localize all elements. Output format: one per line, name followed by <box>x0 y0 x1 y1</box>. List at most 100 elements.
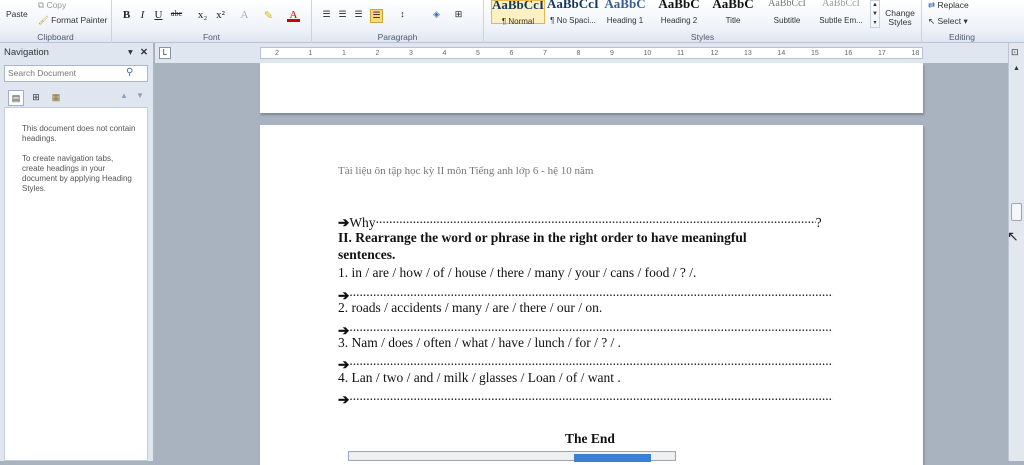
subscript-button[interactable]: x₂ <box>196 9 209 23</box>
style-heading-2[interactable]: AaBbC Heading 2 <box>652 0 706 25</box>
pane-menu-icon[interactable]: ▾ <box>128 43 133 63</box>
view-ruler-icon[interactable]: ⊡ <box>1011 47 1019 58</box>
tab-selector-icon[interactable]: L <box>159 47 171 59</box>
style-name: Heading 1 <box>606 16 644 25</box>
ruler-number: 8 <box>576 50 581 57</box>
style-normal[interactable]: AaBbCcI ¶ Normal <box>491 0 545 26</box>
the-end-text: The End <box>565 431 615 446</box>
style-name: Subtitle <box>773 16 801 25</box>
bold-button[interactable]: B <box>120 9 133 23</box>
line-end: ? <box>815 215 822 230</box>
ruler-number: 6 <box>509 50 514 57</box>
align-left-icon[interactable]: ☰ <box>320 9 333 23</box>
select-button[interactable]: ↖ Select ▾ <box>928 16 968 27</box>
highlight-icon[interactable]: ✎ <box>262 9 275 23</box>
scroll-thumb[interactable] <box>1011 203 1022 221</box>
exercise-line[interactable]: 2. roads / accidents / many / are / ther… <box>338 300 602 316</box>
style-name: Title <box>725 16 741 25</box>
copy-button[interactable]: ⧉ Copy <box>38 0 66 11</box>
style-no-spacing[interactable]: AaBbCcI ¶ No Spaci... <box>546 0 600 25</box>
strikethrough-button[interactable]: abc <box>170 9 183 23</box>
styles-more-button[interactable]: ▲ ▼ ▾ <box>870 0 880 28</box>
close-icon[interactable]: ✕ <box>140 43 148 63</box>
ruler-number: 7 <box>543 50 547 57</box>
style-heading-1[interactable]: AaBbC Heading 1 <box>598 0 652 25</box>
dotted-blank[interactable]: ........................................… <box>376 211 816 227</box>
ruler-number: 17 <box>878 50 886 57</box>
style-subtitle[interactable]: AaBbCcI Subtitle <box>760 0 814 25</box>
align-center-icon[interactable]: ☰ <box>336 9 349 23</box>
create-headings-hint: To create navigation tabs, create headin… <box>22 154 132 193</box>
style-preview: AaBbC <box>658 0 700 10</box>
dotted-blank[interactable]: ........................................… <box>349 353 833 369</box>
clipboard-group: Paste ⧉ Copy 🖌 Format Painter Clipboard <box>0 0 112 43</box>
replace-button[interactable]: ⇄ Replace <box>928 0 969 11</box>
previous-heading-icon[interactable]: ▲ <box>120 91 128 100</box>
replace-label: Replace <box>937 0 969 10</box>
style-title[interactable]: AaBbC Title <box>706 0 760 25</box>
superscript-button[interactable]: x² <box>214 9 227 23</box>
dotted-blank[interactable]: ........................................… <box>349 388 833 404</box>
arrow-icon: ➔ <box>338 215 350 230</box>
italic-button[interactable]: I <box>136 9 149 23</box>
scroll-up-icon[interactable]: ▲ <box>1013 65 1020 72</box>
borders-icon[interactable]: ⊞ <box>452 9 465 23</box>
exercise-line[interactable]: 4. Lan / two / and / milk / glasses / Lo… <box>338 370 621 386</box>
ruler-number: 15 <box>811 50 819 57</box>
text-effects-icon[interactable]: A <box>238 9 251 23</box>
search-icon[interactable]: ⚲ <box>126 67 133 78</box>
shading-icon[interactable]: ◈ <box>430 9 443 23</box>
style-preview: AaBbCcI <box>492 1 544 11</box>
style-subtle-emphasis[interactable]: AaBbCcI Subtle Em... <box>814 0 868 25</box>
style-preview: AaBbCcI <box>822 0 860 9</box>
horizontal-ruler-bar: L 2 1 1 2 3 4 5 6 7 8 9 10 11 12 13 14 15 16 17 18 <box>155 43 1008 63</box>
instruction-line[interactable]: II. Rearrange the word or phrase in the … <box>338 230 747 246</box>
font-group: B I U abc x₂ x² A ✎ A Font <box>112 0 312 43</box>
ruler-number: 4 <box>442 50 447 57</box>
line-spacing-icon[interactable]: ↕ <box>396 9 409 23</box>
exercise-line[interactable]: 1. in / are / how / of / house / there /… <box>338 265 696 281</box>
pages-tab-icon[interactable]: ⊞ <box>28 90 44 106</box>
paragraph-label: Paragraph <box>377 32 418 42</box>
ruler-number: 18 <box>911 50 920 57</box>
copy-label: Copy <box>46 0 67 10</box>
ruler-number: 11 <box>677 50 685 57</box>
document-page[interactable]: Tài liệu ôn tập học kỳ II môn Tiếng anh … <box>260 125 923 465</box>
justify-icon[interactable]: ☰ <box>370 9 383 23</box>
answer-line[interactable]: ➔.......................................… <box>338 388 833 408</box>
exercise-line[interactable]: 3. Nam / does / often / what / have / lu… <box>338 335 621 351</box>
headings-tab-icon[interactable]: ▤ <box>8 90 24 106</box>
font-color-icon[interactable]: A <box>287 9 300 22</box>
page-previous <box>260 63 923 113</box>
ruler-number: 2 <box>375 50 380 57</box>
ruler-number: 14 <box>777 50 786 57</box>
results-tab-icon[interactable]: ▦ <box>48 90 64 106</box>
vertical-scrollbar[interactable]: ⊡ ▲ <box>1008 43 1024 461</box>
dotted-blank[interactable]: ........................................… <box>349 284 833 300</box>
dotted-blank[interactable]: ........................................… <box>349 319 833 335</box>
horizontal-ruler[interactable]: 2 1 1 2 3 4 5 6 7 8 9 10 11 12 13 14 15 16 17 18 <box>260 47 923 59</box>
navigation-header: Navigation ▾ ✕ <box>0 43 153 63</box>
style-name: ¶ No Spaci... <box>550 16 596 25</box>
ruler-number: 1 <box>308 50 313 57</box>
style-name: ¶ Normal <box>501 17 535 26</box>
ruler-number: 3 <box>409 50 413 57</box>
navigation-title: Navigation <box>4 47 49 58</box>
line-text: Why <box>349 215 376 230</box>
editing-label: Editing <box>949 32 975 42</box>
format-painter-button[interactable]: 🖌 Format Painter <box>38 15 107 26</box>
align-right-icon[interactable]: ☰ <box>352 9 365 23</box>
dialog-popup <box>348 451 676 462</box>
change-styles-button[interactable]: Change Styles <box>882 9 918 27</box>
instruction-line[interactable]: sentences. <box>338 247 395 263</box>
underline-button[interactable]: U <box>152 9 165 23</box>
editing-group: ⇄ Replace ↖ Select ▾ Editing <box>922 0 1002 43</box>
select-label: Select <box>937 16 962 26</box>
next-heading-icon[interactable]: ▼ <box>136 91 144 100</box>
paste-button[interactable]: Paste <box>6 9 28 19</box>
answer-line[interactable]: ➔Why....................................… <box>338 211 822 231</box>
navigation-pane: Navigation ▾ ✕ Search Document ⚲ ▤ ⊞ ▦ ▲… <box>0 43 154 461</box>
paragraph-group: ☰ ☰ ☰ ☰ ↕ ◈ ⊞ Paragraph <box>312 0 484 43</box>
style-preview: AaBbCcI <box>546 0 599 10</box>
style-preview: AaBbC <box>604 0 646 10</box>
